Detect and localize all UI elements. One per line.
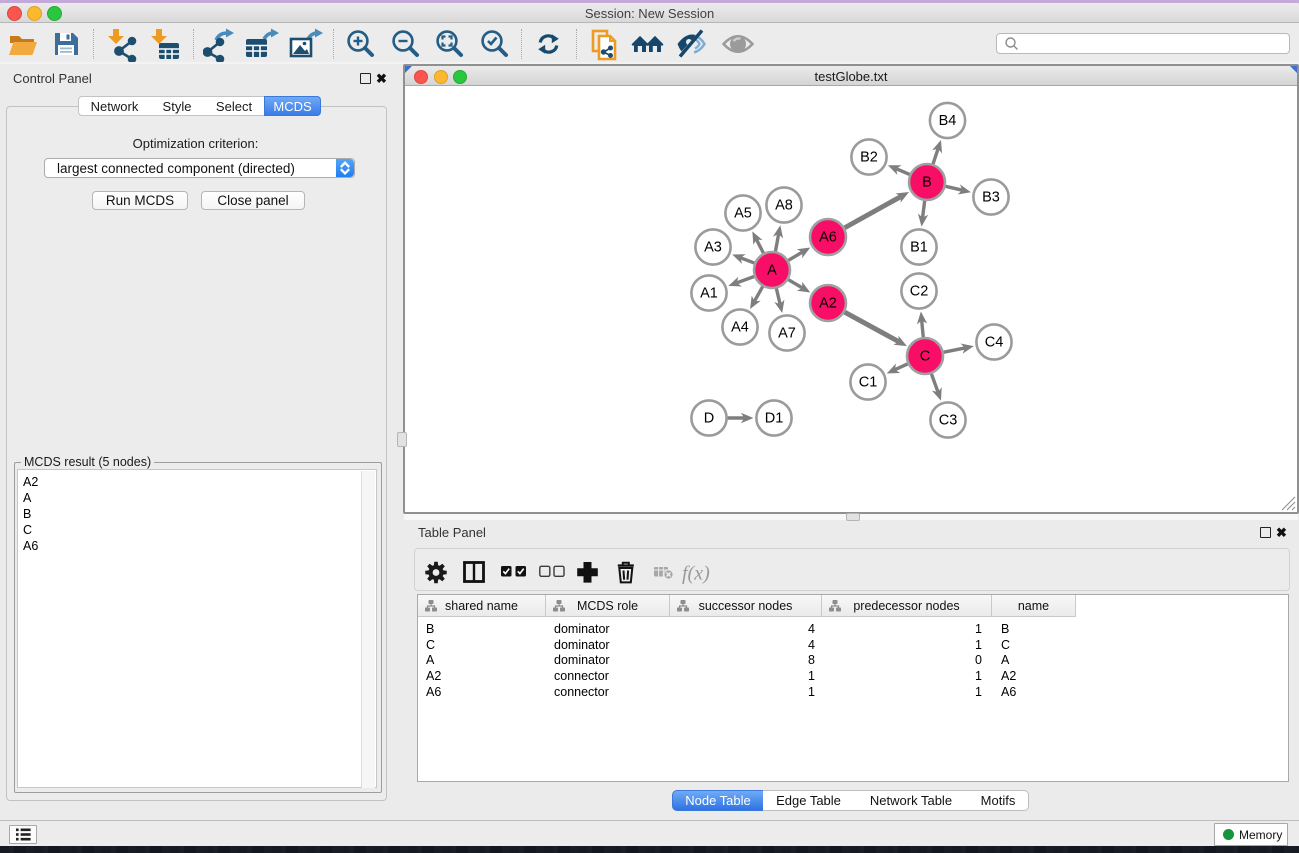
svg-text:A4: A4 <box>731 320 749 336</box>
svg-text:C4: C4 <box>985 335 1004 351</box>
svg-text:C3: C3 <box>939 413 958 429</box>
svg-text:B3: B3 <box>982 190 1000 206</box>
svg-text:A8: A8 <box>775 198 793 214</box>
svg-text:A7: A7 <box>778 326 796 342</box>
svg-text:A2: A2 <box>819 296 837 312</box>
svg-text:B2: B2 <box>860 150 878 166</box>
svg-text:B: B <box>922 175 932 191</box>
svg-text:A3: A3 <box>704 240 722 256</box>
svg-text:B4: B4 <box>939 113 957 129</box>
svg-text:D: D <box>704 411 714 427</box>
svg-text:C1: C1 <box>859 375 878 391</box>
svg-text:A: A <box>767 263 777 279</box>
svg-text:C: C <box>920 349 930 365</box>
svg-text:A6: A6 <box>819 230 837 246</box>
svg-text:B1: B1 <box>910 240 928 256</box>
svg-text:A5: A5 <box>734 206 752 222</box>
svg-text:A1: A1 <box>700 286 718 302</box>
svg-text:f(x): f(x) <box>682 563 710 585</box>
svg-text:D1: D1 <box>765 411 784 427</box>
svg-text:C2: C2 <box>910 284 929 300</box>
